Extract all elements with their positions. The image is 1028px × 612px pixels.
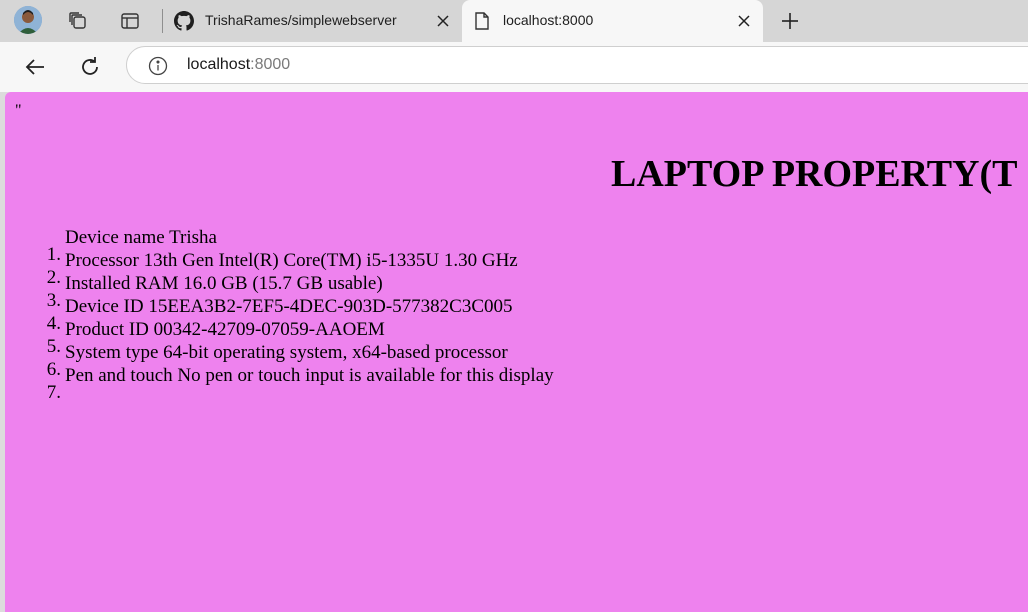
tab-localhost[interactable]: localhost:8000: [462, 0, 763, 42]
item-number: 1.: [46, 244, 61, 265]
item-text: Processor 13th Gen Intel(R) Core(TM) i5-…: [65, 250, 518, 271]
list-item: 7. Pen and touch No pen or touch input is…: [47, 364, 554, 403]
item-number: 7.: [46, 382, 61, 403]
item-text: Product ID 00342-42709-07059-AAOEM: [65, 319, 385, 340]
stray-quote-text: ": [15, 102, 22, 119]
list-item: 1. Device name Trisha: [47, 226, 554, 265]
toolbar: localhost:8000: [0, 42, 1028, 92]
tab-separator: [162, 9, 163, 33]
url-port: :8000: [250, 56, 291, 73]
site-info-icon[interactable]: [147, 55, 169, 77]
vertical-tabs-icon[interactable]: [118, 9, 142, 33]
address-bar[interactable]: localhost:8000: [126, 46, 1028, 84]
page-heading: LAPTOP PROPERTY(T: [611, 153, 1018, 195]
item-number: 3.: [46, 290, 61, 311]
list-item: 5. Product ID 00342-42709-07059-AAOEM: [47, 318, 554, 357]
refresh-icon[interactable]: [76, 53, 104, 81]
tab-github[interactable]: TrishaRames/simplewebserver: [164, 0, 462, 42]
page-viewport: " LAPTOP PROPERTY(T 1. Device name Trisha…: [5, 92, 1028, 612]
profile-avatar[interactable]: [14, 6, 42, 34]
item-text: System type 64-bit operating system, x64…: [65, 342, 508, 363]
close-tab-icon[interactable]: [735, 12, 753, 30]
list-item: 3. Installed RAM 16.0 GB (15.7 GB usable): [47, 272, 554, 311]
item-number: 6.: [46, 359, 61, 380]
item-number: 4.: [46, 313, 61, 334]
github-icon: [174, 11, 194, 31]
tab-strip: TrishaRames/simplewebserver localhost:80…: [0, 0, 1028, 42]
item-text: Installed RAM 16.0 GB (15.7 GB usable): [65, 273, 383, 294]
item-text: Device ID 15EEA3B2-7EF5-4DEC-903D-577382…: [65, 296, 513, 317]
back-arrow-icon[interactable]: [21, 53, 49, 81]
item-text: Pen and touch No pen or touch input is a…: [65, 365, 554, 386]
item-text: Device name Trisha: [65, 227, 217, 248]
property-list: 1. Device name Trisha 2. Processor 13th Ge…: [47, 226, 554, 403]
list-item: 6. System type 64-bit operating system, x…: [47, 341, 554, 380]
list-item: 2. Processor 13th Gen Intel(R) Core(TM) i…: [47, 249, 554, 288]
new-tab-icon[interactable]: [777, 8, 803, 34]
item-number: 5.: [46, 336, 61, 357]
tab-title: TrishaRames/simplewebserver: [205, 12, 397, 28]
workspaces-icon[interactable]: [66, 9, 90, 33]
tab-title: localhost:8000: [503, 12, 594, 28]
item-number: 2.: [46, 267, 61, 288]
list-item: 4. Device ID 15EEA3B2-7EF5-4DEC-903D-5773…: [47, 295, 554, 334]
close-tab-icon[interactable]: [434, 12, 452, 30]
page-icon: [472, 11, 492, 31]
url-text[interactable]: localhost:8000: [187, 56, 290, 74]
url-host: localhost: [187, 56, 251, 73]
